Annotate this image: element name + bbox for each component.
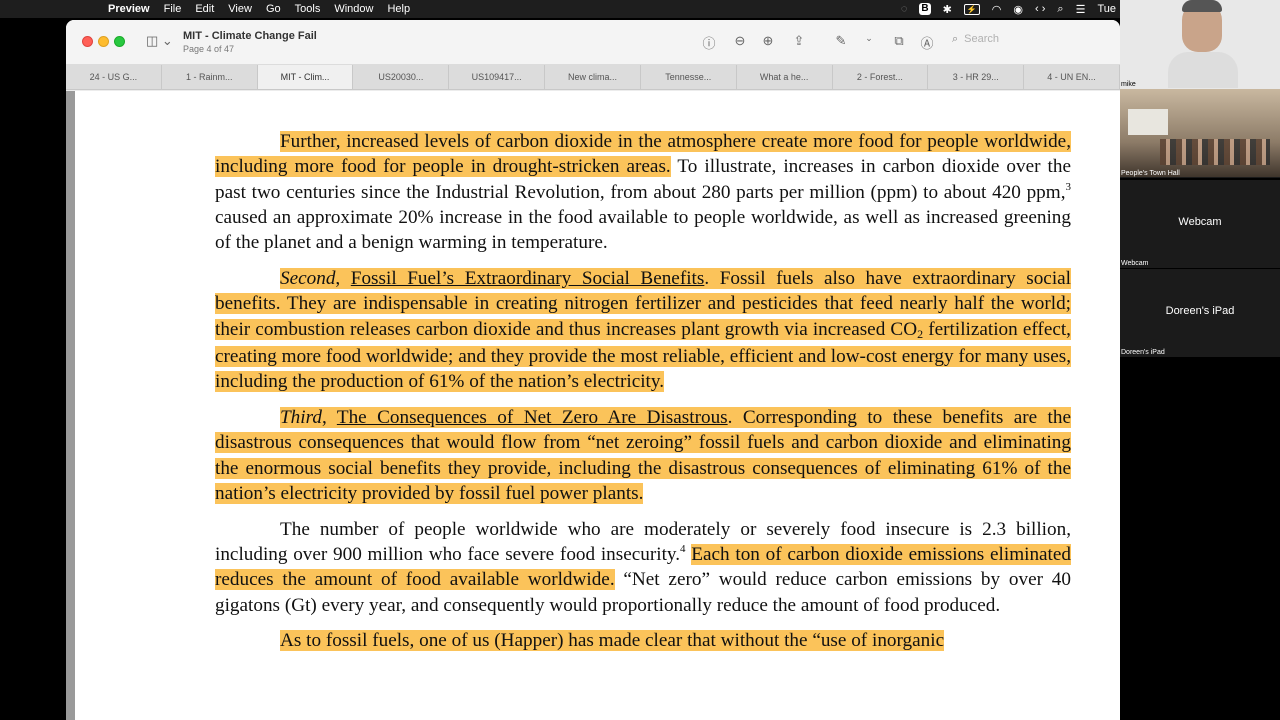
chevron-down-icon[interactable]: ⌄ [860,33,878,44]
battery-icon[interactable]: ⚡ [963,3,980,15]
shirt [1168,52,1238,88]
annotate-icon[interactable]: Ⓐ [918,33,936,52]
b-app-icon[interactable]: B [919,3,931,15]
highlight: Third, The Consequences of Net Zero Are … [215,406,1072,504]
text-run: , [335,267,351,289]
paragraph-3: Third, The Consequences of Net Zero Are … [215,405,1072,506]
text-run: caused an approximate 20% increase in th… [215,206,1071,254]
menu-window[interactable]: Window [334,3,373,15]
menu-tools[interactable]: Tools [295,3,321,15]
menu-file[interactable]: File [164,3,182,15]
italic-text: Second [280,267,336,289]
sidebar-toggle-icon[interactable]: ◫ ⌄ [146,33,173,49]
menu-go[interactable]: Go [266,3,281,15]
document-area[interactable]: Further, increased levels of carbon diox… [66,91,1120,720]
audience [1160,139,1270,165]
menu-clock[interactable]: Tue [1097,3,1116,15]
tab-24-us-g[interactable]: 24 - US G... [66,65,162,89]
participant-name: Webcam [1121,260,1149,267]
minimize-button[interactable] [98,36,109,47]
search-field[interactable]: ⌕ Search [952,33,999,46]
page-shadow [66,91,75,720]
bluetooth-icon[interactable]: ✱ [943,3,952,16]
footnote-ref: 3 [1065,180,1072,193]
zoom-out-icon[interactable]: ⊖ [731,33,749,49]
wifi-icon[interactable]: ◠ [992,3,1002,16]
participant-tile-peoples-town-hall[interactable]: People's Town Hall [1120,89,1280,178]
underlined-heading: Fossil Fuel’s Extraordinary Social Benef… [350,267,705,289]
tab-3-hr-29[interactable]: 3 - HR 29... [928,65,1025,89]
paragraph-2: Second, Fossil Fuel’s Extraordinary Soci… [215,266,1071,394]
room-video [1120,89,1280,177]
tab-1-rainm[interactable]: 1 - Rainm... [162,65,258,89]
participant-tile-webcam[interactable]: Webcam Webcam [1120,180,1280,268]
page-text: Further, increased levels of carbon diox… [215,129,1072,664]
underlined-heading: The Consequences of Net Zero Are Disastr… [336,406,728,428]
paragraph-5: As to fossil fuels, one of us (Happer) h… [215,628,1071,653]
hair [1182,0,1222,12]
paragraph-4: The number of people worldwide who are m… [215,517,1071,618]
projector-screen [1128,109,1168,135]
tab-new-clima[interactable]: New clima... [545,65,641,89]
fullscreen-button[interactable] [114,36,125,47]
zoom-in-icon[interactable]: ⊕ [759,33,777,49]
menu-bar: Preview File Edit View Go Tools Window H… [0,0,1120,18]
user-icon[interactable]: ◉ [1013,3,1023,16]
subscript: 2 [917,326,924,341]
document-title: MIT - Climate Change Fail [183,30,317,42]
rotate-icon[interactable]: ⧉ [890,33,908,49]
page-count: Page 4 of 47 [183,44,235,54]
tab-mit-clim[interactable]: MIT - Clim... [257,65,354,89]
participant-tile-doreens-ipad[interactable]: Doreen's iPad Doreen's iPad [1120,269,1280,357]
participant-center-name: Webcam [1178,216,1222,228]
highlight: Second, Fossil Fuel’s Extraordinary Soci… [215,267,1071,393]
title-bar: ◫ ⌄ MIT - Climate Change Fail Page 4 of … [66,20,1120,65]
participant-name: Doreen's iPad [1121,349,1165,356]
participant-name: People's Town Hall [1121,170,1180,177]
close-button[interactable] [82,36,93,47]
participant-name: mike [1121,81,1136,88]
spotlight-icon[interactable]: ⌕ [1057,3,1063,16]
highlight: As to fossil fuels, one of us (Happer) h… [280,630,945,652]
menu-view[interactable]: View [228,3,252,15]
search-icon: ⌕ [952,33,959,45]
tab-us109417[interactable]: US109417... [449,65,546,89]
status-area: ◌ B ✱ ⚡ ◠ ◉ ‹ › ⌕ ☰ Tue [901,0,1120,18]
participant-video [1168,0,1238,88]
tab-tennesse[interactable]: Tennesse... [641,65,737,89]
preview-window: ◫ ⌄ MIT - Climate Change Fail Page 4 of … [66,20,1120,720]
tab-bar: 24 - US G... 1 - Rainm... MIT - Clim... … [66,65,1120,90]
italic-text: Third [280,406,322,428]
tab-what-a-he[interactable]: What a he... [737,65,833,89]
sync-icon[interactable]: ◌ [901,3,908,15]
control-center-icon[interactable]: ☰ [1076,3,1086,16]
menu-edit[interactable]: Edit [195,3,214,15]
video-participants-panel: mike People's Town Hall Webcam Webcam Do… [1120,0,1280,720]
code-icon[interactable]: ‹ › [1035,3,1045,15]
search-placeholder: Search [964,33,1000,45]
paragraph-1: Further, increased levels of carbon diox… [215,129,1071,255]
pdf-page: Further, increased levels of carbon diox… [75,91,1120,720]
tab-2-forest[interactable]: 2 - Forest... [833,65,929,89]
footnote-ref: 4 [680,542,686,555]
text-run: , [321,406,337,428]
participant-tile-mike[interactable]: mike [1120,0,1280,89]
participant-center-name: Doreen's iPad [1165,305,1235,317]
menu-help[interactable]: Help [387,3,410,15]
share-icon[interactable]: ⇪ [790,33,808,49]
tab-us20030[interactable]: US20030... [353,65,450,89]
markup-pen-icon[interactable]: ✎ [832,33,850,49]
tab-4-un-en[interactable]: 4 - UN EN... [1024,65,1120,89]
menu-app-preview[interactable]: Preview [108,3,150,15]
info-icon[interactable]: ⓘ [700,33,718,52]
